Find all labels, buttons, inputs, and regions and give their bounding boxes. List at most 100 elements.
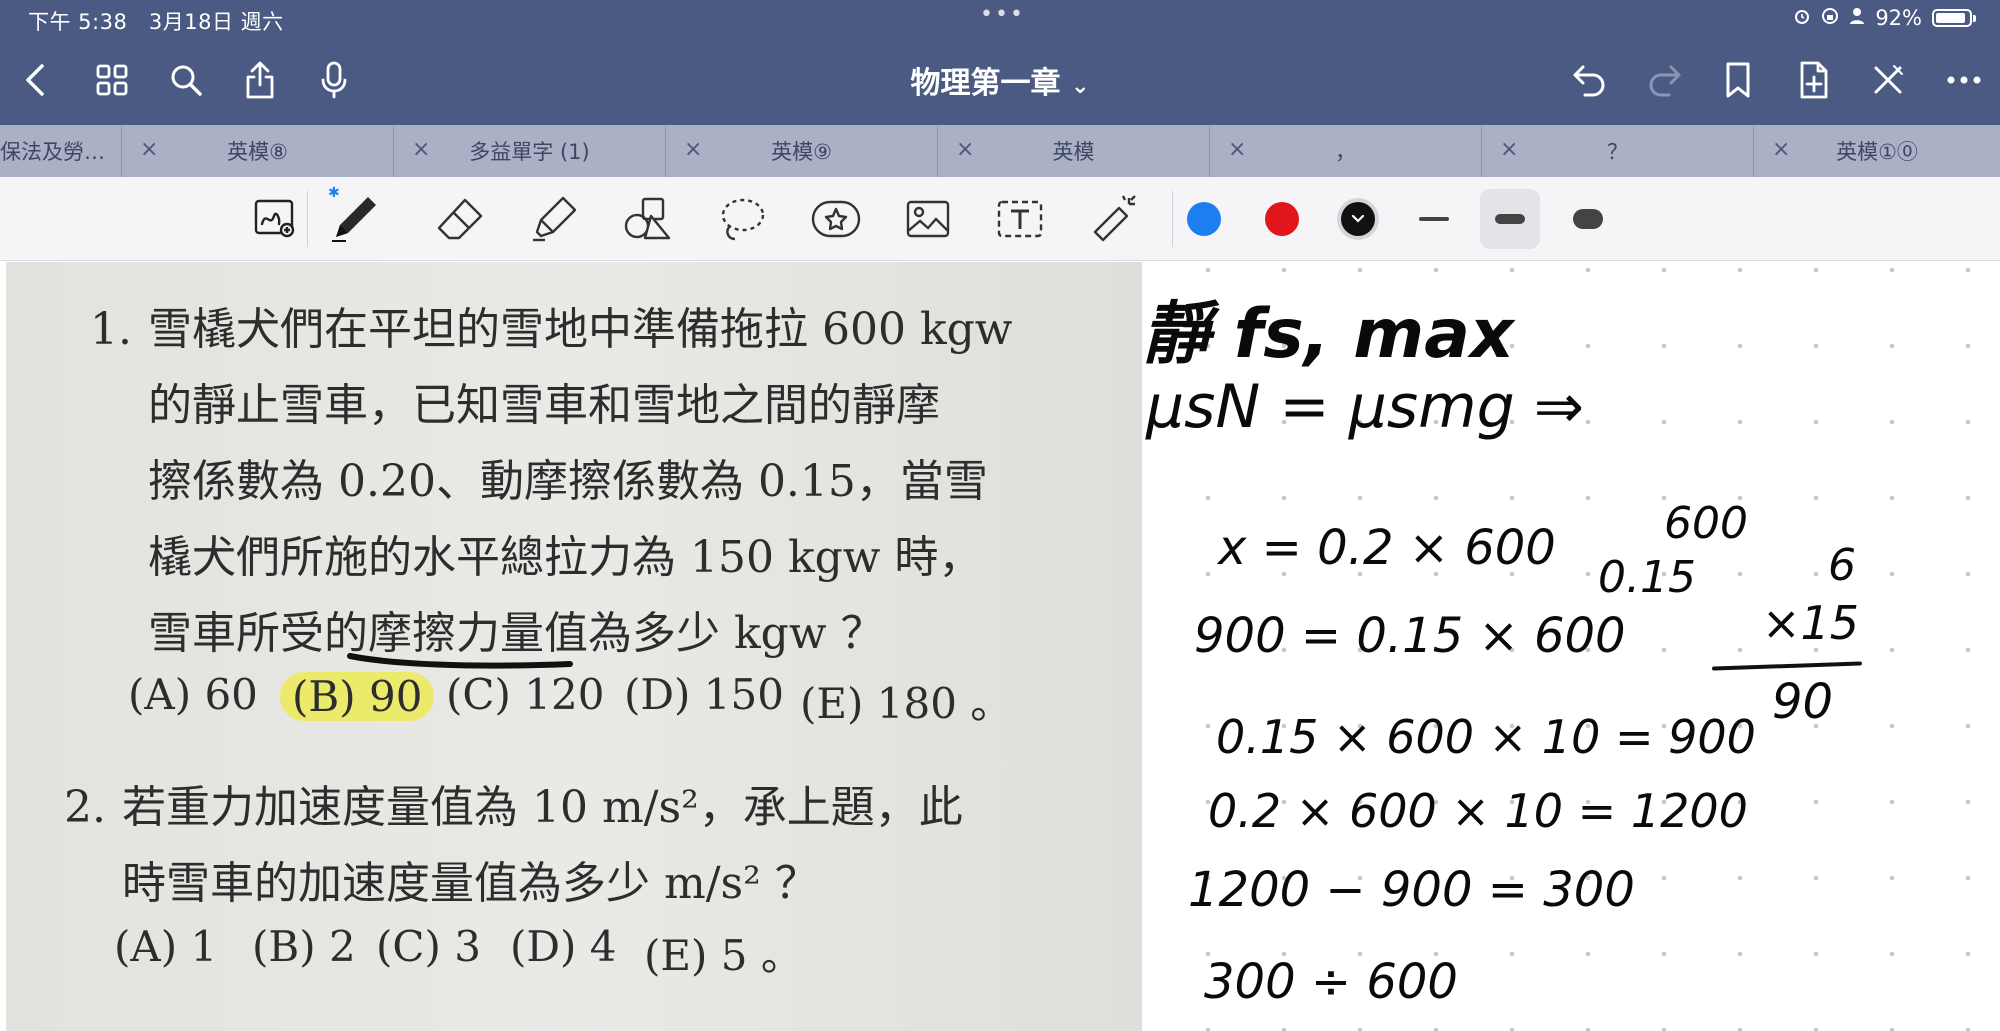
lasso-tool[interactable] bbox=[712, 189, 772, 249]
stroke-width-thick[interactable] bbox=[1558, 189, 1618, 249]
microphone-button[interactable] bbox=[312, 58, 356, 102]
shapes-icon bbox=[624, 197, 671, 240]
question-line: 的靜止雪車，已知雪車和雪地之間的靜摩 bbox=[148, 380, 940, 431]
status-right: 92% bbox=[1793, 6, 1976, 30]
pen-off-icon bbox=[1874, 65, 1903, 94]
lasso-icon bbox=[721, 198, 765, 241]
text-tool[interactable] bbox=[990, 189, 1050, 249]
stroke-width-thin[interactable] bbox=[1404, 189, 1464, 249]
multitask-dots[interactable]: ••• bbox=[980, 2, 1025, 27]
calc-rule-line bbox=[1711, 661, 1863, 671]
close-icon[interactable]: × bbox=[1500, 137, 1518, 162]
tab-6[interactable]: ×？ bbox=[1482, 125, 1754, 177]
note-line-1: 靜 fs, max bbox=[1142, 295, 1514, 374]
image-tool[interactable] bbox=[898, 189, 958, 249]
color-swatch-blue[interactable] bbox=[1174, 189, 1234, 249]
status-date: 3月18日 週六 bbox=[148, 10, 284, 34]
question-1-number: 1. bbox=[90, 304, 132, 355]
note-line-2: μsN = μsmg ⇒ bbox=[1146, 372, 1585, 442]
top-bar: 下午 5:38 3月18日 週六 ••• 92% 物理第一章 ⌄ bbox=[0, 0, 2000, 125]
tab-4[interactable]: × 英模 bbox=[938, 125, 1210, 177]
laser-pointer-icon bbox=[1093, 195, 1136, 242]
handwritten-notes-canvas[interactable]: 靜 fs, max μsN = μsmg ⇒ x = 0.2 × 600 0.1… bbox=[1142, 262, 2000, 1031]
tab-label: 英模①⓪ bbox=[1836, 140, 1918, 164]
toolbar-divider bbox=[1172, 191, 1173, 247]
redo-button[interactable] bbox=[1642, 58, 1686, 102]
tab-1[interactable]: × 英模⑧ bbox=[122, 125, 394, 177]
tab-label: ？ bbox=[1607, 140, 1628, 164]
tab-label: 英模 bbox=[1052, 140, 1095, 164]
question-2-number: 2. bbox=[64, 782, 106, 833]
chevron-down-icon: ⌄ bbox=[1071, 74, 1090, 99]
image-icon bbox=[906, 200, 950, 238]
calc-top: 6 bbox=[1828, 540, 1856, 591]
tab-label: 英模⑧ bbox=[227, 140, 288, 164]
add-page-button[interactable] bbox=[1792, 58, 1836, 102]
stroke-width-medium[interactable] bbox=[1480, 189, 1540, 249]
tab-7[interactable]: × 英模①⓪ bbox=[1754, 125, 2000, 177]
option-e: (E) 5 。 bbox=[644, 931, 803, 980]
close-icon[interactable]: × bbox=[956, 137, 974, 162]
search-icon bbox=[171, 65, 202, 96]
color-swatch-red[interactable] bbox=[1252, 189, 1312, 249]
status-time-date: 下午 5:38 3月18日 週六 bbox=[28, 6, 284, 36]
battery-icon bbox=[1932, 9, 1976, 27]
more-icon bbox=[1947, 76, 1981, 84]
note-line-6: 0.2 × 600 × 10 = 1200 bbox=[1208, 784, 1748, 838]
lock-rotation-icon bbox=[1821, 6, 1839, 30]
close-icon[interactable]: × bbox=[412, 137, 430, 162]
stroke-medium-icon bbox=[1495, 214, 1525, 224]
color-black-dot bbox=[1341, 202, 1375, 236]
document-title-button[interactable]: 物理第一章 ⌄ bbox=[911, 66, 1090, 101]
note-line-8: 300 ÷ 600 bbox=[1204, 954, 1458, 1010]
close-icon[interactable]: × bbox=[684, 137, 702, 162]
chevron-down-icon bbox=[1351, 214, 1365, 223]
redo-icon bbox=[1649, 65, 1681, 97]
question-line: 雪橇犬們在平坦的雪地中準備拖拉 600 kgw bbox=[148, 304, 1013, 355]
share-icon bbox=[246, 61, 274, 99]
zoom-window-tool[interactable] bbox=[246, 189, 306, 249]
battery-percent: 92% bbox=[1875, 6, 1922, 30]
microphone-icon bbox=[321, 61, 347, 99]
laser-pointer-tool[interactable] bbox=[1084, 189, 1144, 249]
eraser-tool[interactable] bbox=[430, 189, 490, 249]
stroke-thin-icon bbox=[1419, 217, 1449, 221]
tab-5[interactable]: ×， bbox=[1210, 125, 1482, 177]
option-c: (C) 3 bbox=[376, 922, 481, 971]
close-icon[interactable]: × bbox=[140, 137, 158, 162]
search-button[interactable] bbox=[164, 58, 208, 102]
close-icon[interactable]: × bbox=[1228, 137, 1246, 162]
share-button[interactable] bbox=[238, 58, 282, 102]
option-b: (B) 2 bbox=[252, 922, 356, 971]
bookmark-button[interactable] bbox=[1716, 58, 1760, 102]
sticker-tool[interactable] bbox=[806, 189, 866, 249]
highlighter-tool[interactable] bbox=[524, 189, 584, 249]
option-a: (A) 1 bbox=[114, 922, 218, 971]
chevron-left-icon bbox=[26, 64, 44, 96]
note-line-3b: 0.15 bbox=[1598, 552, 1696, 603]
question-line: 雪車所受的摩擦力量值為多少 kgw ？ bbox=[148, 608, 885, 659]
tab-3[interactable]: × 英模⑨ bbox=[666, 125, 938, 177]
tab-0[interactable]: 保法及勞… bbox=[0, 125, 122, 177]
option-c: (C) 120 bbox=[446, 670, 605, 719]
calc-multiplier: ×15 bbox=[1762, 596, 1860, 650]
document-title: 物理第一章 ⌄ bbox=[0, 58, 2000, 102]
shapes-tool[interactable] bbox=[618, 189, 678, 249]
option-b-highlighted: (B) 90 bbox=[280, 672, 435, 721]
back-button[interactable] bbox=[14, 58, 58, 102]
pen-tool[interactable]: ✱ bbox=[324, 185, 384, 249]
color-swatch-black[interactable] bbox=[1328, 189, 1388, 249]
option-e: (E) 180 。 bbox=[800, 679, 1013, 728]
close-icon[interactable]: × bbox=[1772, 137, 1790, 162]
stroke-thick-icon bbox=[1573, 209, 1603, 229]
undo-button[interactable] bbox=[1568, 58, 1612, 102]
more-button[interactable] bbox=[1942, 58, 1986, 102]
eraser-icon bbox=[437, 198, 483, 240]
note-line-5: 0.15 × 600 × 10 = 900 bbox=[1216, 710, 1756, 764]
close-tools-button[interactable] bbox=[1866, 58, 1910, 102]
thumbnails-button[interactable] bbox=[90, 58, 134, 102]
question-1-text: 雪橇犬們在平坦的雪地中準備拖拉 600 kgw 的靜止雪車，已知雪車和雪地之間的… bbox=[148, 292, 1012, 672]
tab-2[interactable]: × 多益單字 (1) bbox=[394, 125, 666, 177]
text-box-icon bbox=[997, 200, 1043, 238]
zoom-window-icon bbox=[254, 199, 295, 238]
